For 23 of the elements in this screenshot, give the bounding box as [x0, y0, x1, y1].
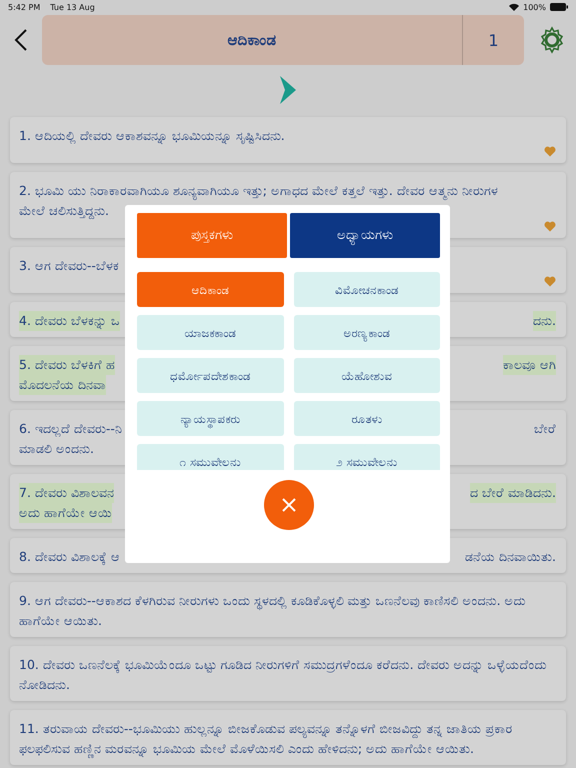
- verse-text: ಮೊದಲನೆಯ ದಿನವಾ: [19, 375, 106, 395]
- verse-text: ಕಾಲವೂ ಆಗಿ: [503, 355, 556, 375]
- verse-text: ಬೇರೆ: [534, 420, 556, 438]
- verse-text: 9. ಆಗ ದೇವರು--ಆಕಾಶದ ಕೆಳಗಿರುವ ನೀರುಗಳು ಒಂದು ಸ್ಥಳದಲ್ಲಿ ಕೂಡಿಕೊಳ್ಳಲಿ ಮತ್ತು ಒಣನೆಲವು ಕಾಣಿಸಲಿ ಅಂದನು. ಅದು ಹಾಗೆಯೇ ಆಯಿತು.: [19, 592, 527, 630]
- battery-percent: 100%: [523, 2, 546, 12]
- verse-text: ಮೇಲೆ ಚಲಿಸುತ್ತಿದ್ದನು.: [19, 202, 109, 221]
- verse-text: 10. ದೇವರು ಒಣನೆಲಕ್ಕೆ ಭೂಮಿಯೆಂದೂ ಒಟ್ಟು ಗೂಡಿದ ನೀರುಗಳಿಗೆ ಸಮುದ್ರಗಳೆಂದೂ ಕರೆದನು. ದೇವರು ಅದನ್ನು ಒಳ್ಳೆಯದೆಂದು ನೋಡಿದನು.: [19, 656, 548, 694]
- verse-text: ಡನೆಯ ದಿನವಾಯಿತು.: [465, 548, 556, 566]
- verse-text: ಮಾಡಲಿ ಅಂದನು.: [19, 440, 94, 458]
- verse-text: 2. ಭೂಮಿ ಯು ನಿರಾಕಾರವಾಗಿಯೂ ಶೂನ್ಯವಾಗಿಯೂ ಇತ್ತು; ಅಗಾಧದ ಮೇಲೆ ಕತ್ತಲೆ ಇತ್ತು. ದೇವರ ಆತ್ಮನು ನೀರುಗಳ: [19, 182, 498, 201]
- verse-text: ಅದು ಹಾಗೆಯೇ ಆಯಿ: [19, 503, 112, 523]
- verse-text: 1. ಆದಿಯಲ್ಲಿ ದೇವರು ಆಕಾಶವನ್ನೂ ಭೂಮಿಯನ್ನೂ ಸೃಷ್ಟಿಸಿದನು.: [19, 127, 285, 146]
- verse-text: 7. ದೇವರು ವಿಶಾಲವನ: [19, 483, 114, 503]
- verse-text: 3. ಆಗ ದೇವರು--ಬೆಳಕ: [19, 257, 119, 275]
- verse-text: 5. ದೇವರು ಬೆಳಕಿಗೆ ಹ: [19, 355, 115, 375]
- verse-text: 4. ದೇವರು ಬೆಳಕನ್ನು ಒ: [19, 311, 120, 331]
- status-time: 5:42 PM: [8, 2, 40, 12]
- status-date: Tue 13 Aug: [50, 2, 95, 12]
- verse-text: ದನು.: [533, 311, 556, 331]
- verse-text: 11. ತರುವಾಯ ದೇವರು--ಭೂಮಿಯು ಹುಲ್ಲನ್ನೂ ಬೀಜಕೊಡುವ ಪಲ್ಯವನ್ನೂ ತನ್ನೊಳಗೆ ಬೀಜವಿದ್ದು ತನ್ನ ಜಾತಿಯ ಪ್ರಕಾರ ಫಲಫಲಿಸುವ ಹಣ್ಣಿನ ಮರವನ್ನೂ ಭೂಮಿಯ ಮೇಲೆ ಮೊಳೆಯಿಸಲಿ ಎಂದು ಹೇಳಿದನು; ಅದು ಹಾಗೆಯೇ ಆಯಿತು.: [19, 720, 514, 759]
- verse-text: 6. ಇದಲ್ಲದೆ ದೇವರು--ನಿ: [19, 420, 122, 438]
- verse-text: ದ ಬೇರೆ ಮಾಡಿದನು.: [470, 483, 556, 503]
- verse-text: 8. ದೇವರು ವಿಶಾಲಕ್ಕೆ ಆ: [19, 548, 120, 567]
